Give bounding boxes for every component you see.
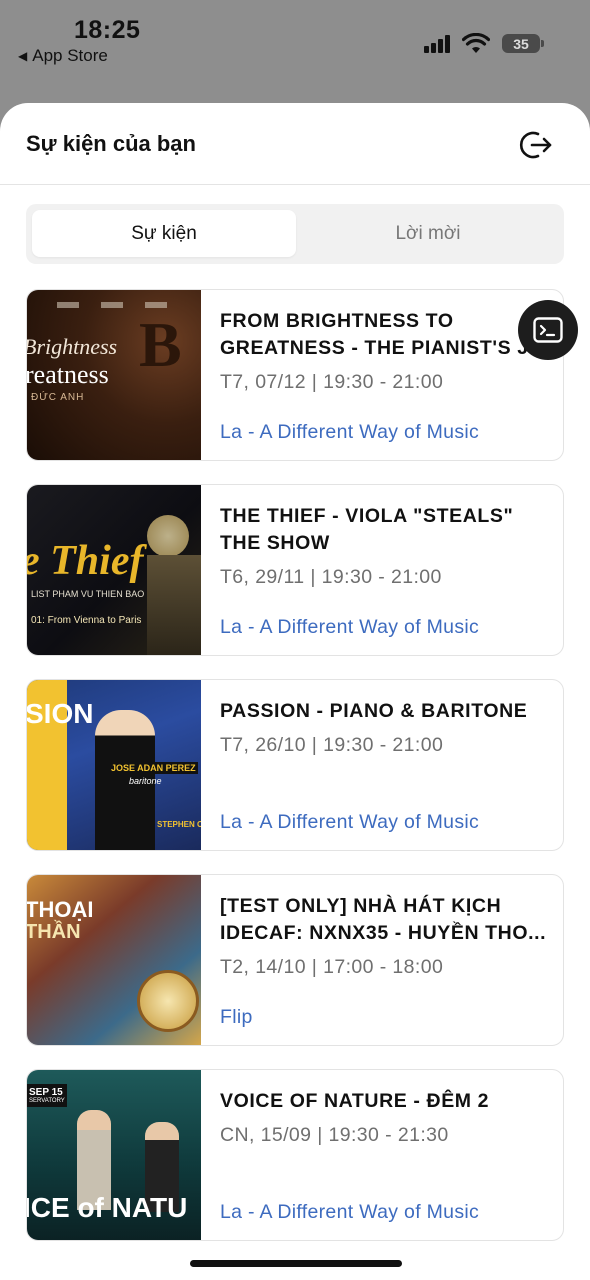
tab-invitations[interactable]: Lời mời [296,210,560,257]
event-thumbnail: THOẠI THẦN [27,875,201,1045]
tab-events[interactable]: Sự kiện [32,210,296,257]
home-indicator [190,1260,402,1267]
thumb-subtitle: LIST PHAM VU THIEN BAO [31,589,145,599]
event-card[interactable]: e Thief LIST PHAM VU THIEN BAO 01: From … [26,484,564,656]
event-card-body: THE THIEF - VIOLA "STEALS" THE SHOW T6, … [220,503,549,589]
wifi-icon [462,33,490,53]
thumb-logos [57,302,167,308]
back-to-app-store[interactable]: ◀ App Store [18,46,108,66]
thumb-moon [147,515,189,557]
back-triangle-icon: ◀ [18,49,28,63]
event-card[interactable]: THOẠI THẦN [TEST ONLY] NHÀ HÁT KỊCH IDEC… [26,874,564,1046]
event-organizer[interactable]: La - A Different Way of Music [220,811,479,834]
thumb-text-line1: THOẠI [27,897,94,922]
thumb-subtitle: ĐỨC ANH [31,392,85,403]
thumb-badge-date: SEP 15 [29,1087,63,1098]
thumb-text-line1: ICE of NATU [27,1192,188,1223]
event-thumbnail: SION JOSE ADAN PEREZ baritone STEPHEN OL [27,680,201,850]
event-organizer[interactable]: Flip [220,1006,253,1029]
event-title: THE THIEF - VIOLA "STEALS" THE SHOW [220,505,514,554]
terminal-icon [533,317,563,343]
thumb-text-line1: Brightness [27,334,118,359]
tabs-segmented-control: Sự kiện Lời mời [26,204,564,264]
event-organizer[interactable]: La - A Different Way of Music [220,616,479,639]
thumb-building [147,555,201,655]
event-card-body: VOICE OF NATURE - ĐÊM 2 CN, 15/09 | 19:3… [220,1088,549,1147]
thumb-name: JOSE ADAN PEREZ [109,762,198,774]
event-thumbnail: SEP 15 SERVATORY ICE of NATU [27,1070,201,1240]
thumb-text-line1: e Thief [27,538,144,584]
logout-icon[interactable] [516,125,556,165]
thumb-badge-sub: SERVATORY [29,1098,65,1104]
event-card-body: PASSION - PIANO & BARITONE T7, 26/10 | 1… [220,698,549,757]
event-card[interactable]: SION JOSE ADAN PEREZ baritone STEPHEN OL… [26,679,564,851]
event-card-body: [TEST ONLY] NHÀ HÁT KỊCH IDECAF: NXNX35 … [220,893,549,979]
event-title: FROM BRIGHTNESS TO GREATNESS - THE PIANI… [220,310,547,359]
thumb-subtitle-2: 01: From Vienna to Paris [31,615,142,626]
event-title: [TEST ONLY] NHÀ HÁT KỊCH IDECAF: NXNX35 … [220,895,547,944]
event-card-body: FROM BRIGHTNESS TO GREATNESS - THE PIANI… [220,308,549,394]
event-time: T7, 26/10 | 19:30 - 21:00 [220,734,444,756]
thumb-badge: SEP 15 SERVATORY [27,1084,67,1107]
signal-icon [424,35,452,53]
thumb-text-line2: reatness [27,360,109,389]
terminal-float-button[interactable] [518,300,578,360]
event-thumbnail: B Brightness reatness ĐỨC ANH [27,290,201,460]
event-time: T7, 07/12 | 19:30 - 21:00 [220,371,444,393]
thumb-big-letter: B [139,309,182,380]
event-time: T6, 29/11 | 19:30 - 21:00 [220,566,442,588]
page-title: Sự kiện của bạn [26,131,196,156]
back-app-label: App Store [32,46,108,65]
event-title: VOICE OF NATURE - ĐÊM 2 [220,1090,490,1112]
event-card[interactable]: SEP 15 SERVATORY ICE of NATU VOICE OF NA… [26,1069,564,1241]
event-list: B Brightness reatness ĐỨC ANH FROM BRIGH… [26,289,564,1264]
event-card[interactable]: B Brightness reatness ĐỨC ANH FROM BRIGH… [26,289,564,461]
event-time: CN, 15/09 | 19:30 - 21:30 [220,1124,449,1146]
event-time: T2, 14/10 | 17:00 - 18:00 [220,956,444,978]
event-organizer[interactable]: La - A Different Way of Music [220,1201,479,1224]
status-time: 18:25 [74,16,141,44]
event-title: PASSION - PIANO & BARITONE [220,700,528,722]
thumb-text-line1: SION [27,698,94,729]
events-sheet: Sự kiện của bạn Sự kiện Lời mời B Bright… [0,103,590,1280]
event-thumbnail: e Thief LIST PHAM VU THIEN BAO 01: From … [27,485,201,655]
event-organizer[interactable]: La - A Different Way of Music [220,421,479,444]
battery-icon: 35 [502,34,544,53]
thumb-text-line2: THẦN [27,921,81,943]
thumb-role: baritone [129,776,162,786]
sheet-header: Sự kiện của bạn [0,103,590,185]
status-bar: 18:25 ◀ App Store 35 [0,0,590,100]
thumb-sun-emblem [137,970,199,1032]
thumb-name-2: STEPHEN OL [157,820,201,829]
